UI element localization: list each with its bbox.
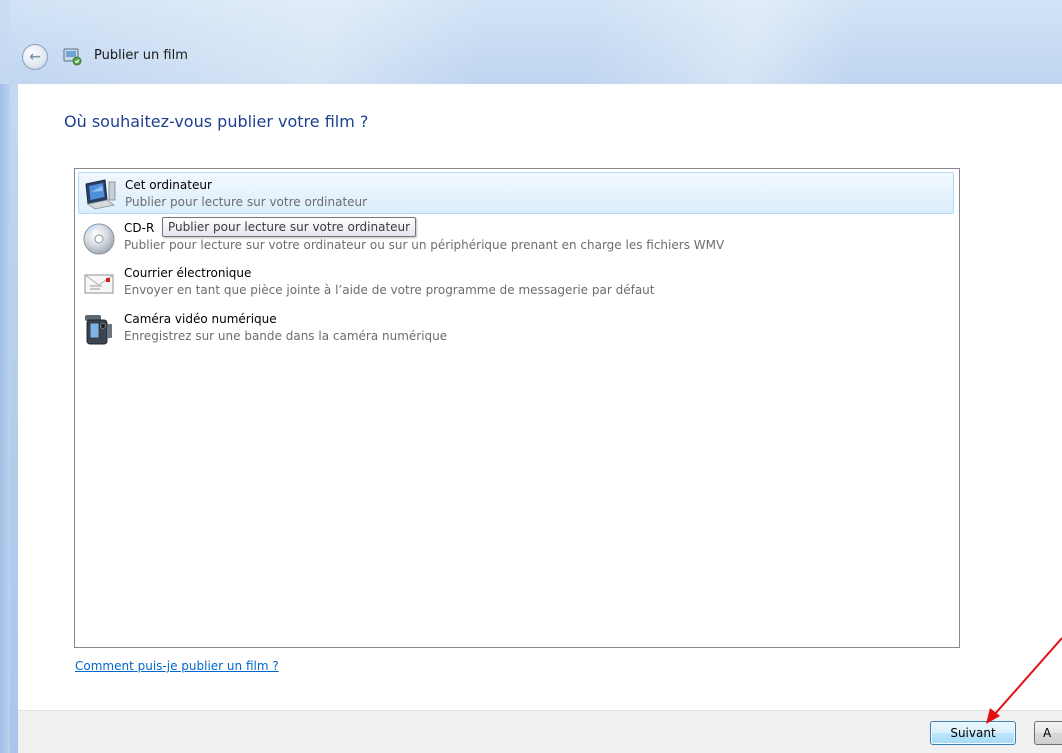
page-heading: Où souhaitez-vous publier votre film ? <box>64 112 369 131</box>
publish-destination-list[interactable]: Cet ordinateur Publier pour lecture sur … <box>74 168 960 648</box>
cd-icon <box>83 223 115 255</box>
option-title: Cet ordinateur <box>125 178 212 192</box>
window-title: Publier un film <box>94 48 188 63</box>
back-button[interactable]: ← <box>22 44 48 70</box>
option-description: Envoyer en tant que pièce jointe à l’aid… <box>124 283 655 297</box>
option-title: Caméra vidéo numérique <box>124 312 277 326</box>
list-item-camcorder[interactable]: Caméra vidéo numérique Enregistrez sur u… <box>78 307 954 349</box>
movie-publish-icon <box>63 48 82 66</box>
option-description: Publier pour lecture sur votre ordinateu… <box>124 238 725 252</box>
camcorder-icon <box>85 315 112 345</box>
wizard-footer: Suivant A <box>18 710 1062 753</box>
email-icon <box>84 274 114 294</box>
option-title: CD-R <box>124 221 155 235</box>
title-bar <box>10 0 1062 84</box>
next-button[interactable]: Suivant <box>930 721 1016 745</box>
computer-icon <box>85 179 116 210</box>
tooltip: Publier pour lecture sur votre ordinateu… <box>162 217 417 237</box>
window-frame-left-edge <box>0 84 10 753</box>
wizard-content: Où souhaitez-vous publier votre film ? C… <box>18 84 1062 753</box>
cancel-button[interactable]: A <box>1034 721 1062 745</box>
list-item-this-computer[interactable]: Cet ordinateur Publier pour lecture sur … <box>78 172 954 214</box>
back-arrow-icon: ← <box>29 49 41 65</box>
list-item-email[interactable]: Courrier électronique Envoyer en tant qu… <box>78 261 954 303</box>
help-link[interactable]: Comment puis-je publier un film ? <box>75 659 279 673</box>
option-description: Enregistrez sur une bande dans la caméra… <box>124 329 448 343</box>
option-description: Publier pour lecture sur votre ordinateu… <box>125 195 368 209</box>
option-title: Courrier électronique <box>124 266 252 280</box>
